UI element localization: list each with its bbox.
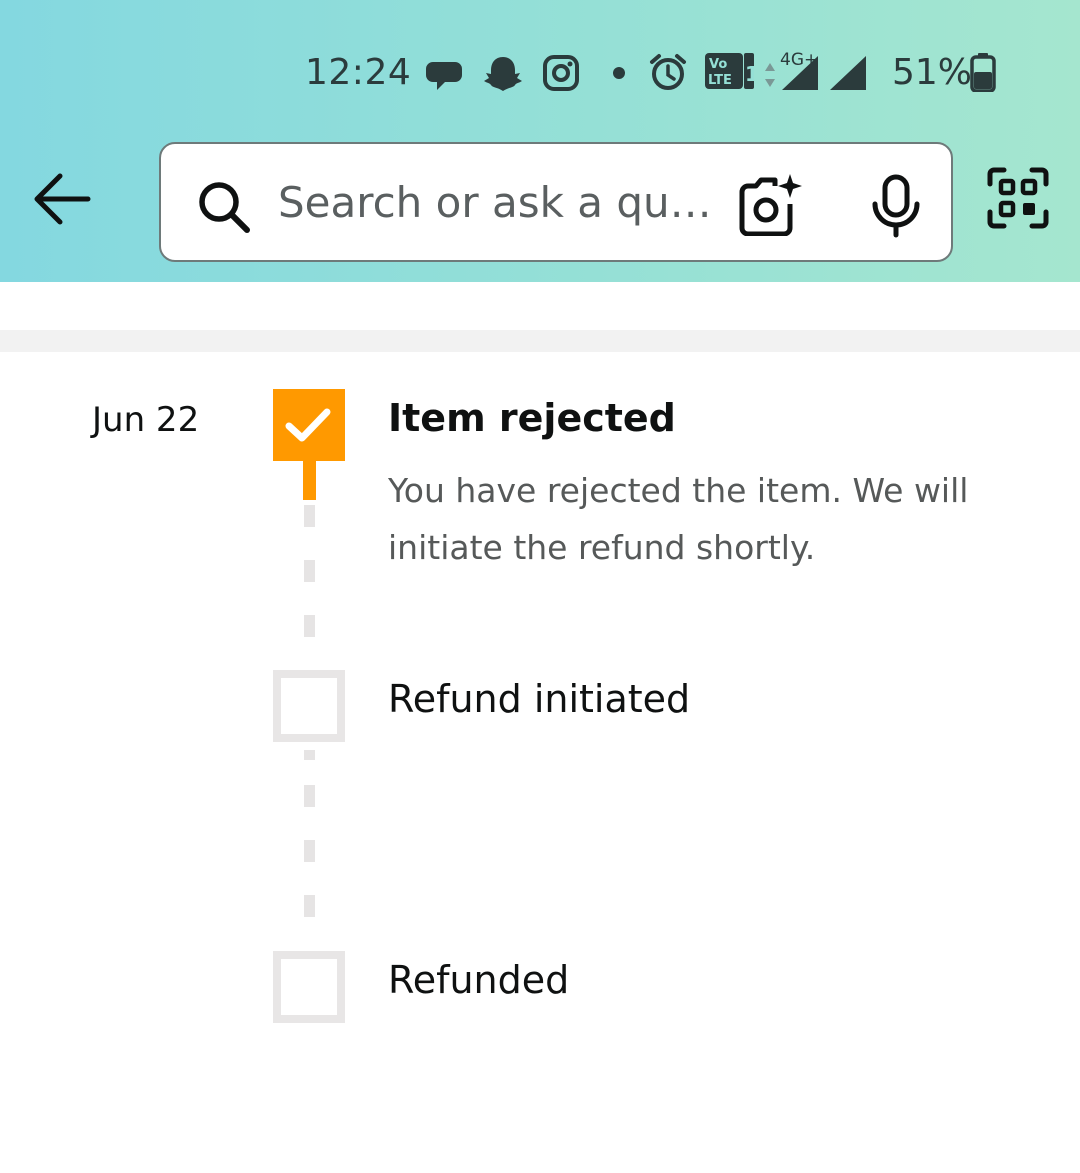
timeline-dash bbox=[304, 505, 315, 527]
timeline-dash bbox=[304, 895, 315, 917]
battery-icon bbox=[970, 53, 996, 92]
battery-percent: 51% bbox=[892, 52, 973, 93]
status-time: 12:24 bbox=[305, 52, 412, 93]
step-status-done bbox=[273, 389, 345, 461]
search-icon bbox=[199, 182, 250, 233]
checkmark-icon bbox=[285, 408, 331, 442]
step-status-pending bbox=[273, 951, 345, 1023]
section-divider bbox=[0, 330, 1080, 352]
step-title-refund-initiated: Refund initiated bbox=[388, 677, 691, 721]
back-arrow-icon[interactable] bbox=[28, 168, 98, 230]
svg-text:Vo: Vo bbox=[709, 57, 727, 72]
instagram-icon bbox=[543, 55, 579, 91]
microphone-icon[interactable] bbox=[869, 174, 923, 238]
data-arrows-icon bbox=[765, 63, 775, 87]
search-bar[interactable] bbox=[159, 142, 953, 262]
timeline-dash bbox=[304, 615, 315, 637]
timeline-dash bbox=[304, 560, 315, 582]
signal-icon bbox=[782, 56, 818, 90]
top-app-bar: 12:24 Vo LTE 1 4G+ 51% Search or ask a q… bbox=[0, 0, 1080, 282]
step-status-pending bbox=[273, 670, 345, 742]
timeline-connector-complete bbox=[303, 460, 316, 500]
camera-sparkle-icon[interactable] bbox=[738, 172, 804, 236]
dot-icon bbox=[613, 67, 625, 79]
volte-icon: Vo LTE 1 bbox=[705, 53, 754, 89]
search-input[interactable] bbox=[278, 170, 708, 234]
status-bar: 12:24 Vo LTE 1 4G+ 51% bbox=[0, 40, 1080, 106]
timeline-dash bbox=[304, 840, 315, 862]
signal-icon-2 bbox=[830, 56, 866, 90]
step-title-item-rejected: Item rejected bbox=[388, 396, 676, 440]
svg-text:LTE: LTE bbox=[708, 73, 732, 88]
chat-bubble-icon bbox=[426, 62, 462, 90]
step-date: Jun 22 bbox=[92, 400, 200, 440]
timeline-dash bbox=[304, 750, 315, 760]
qr-scan-icon[interactable] bbox=[986, 166, 1050, 230]
alarm-icon bbox=[650, 54, 686, 90]
svg-text:1: 1 bbox=[745, 62, 754, 86]
timeline-dash bbox=[304, 785, 315, 807]
snapchat-icon bbox=[484, 57, 522, 91]
step-title-refunded: Refunded bbox=[388, 958, 570, 1002]
step-description: You have rejected the item. We will init… bbox=[388, 471, 969, 567]
